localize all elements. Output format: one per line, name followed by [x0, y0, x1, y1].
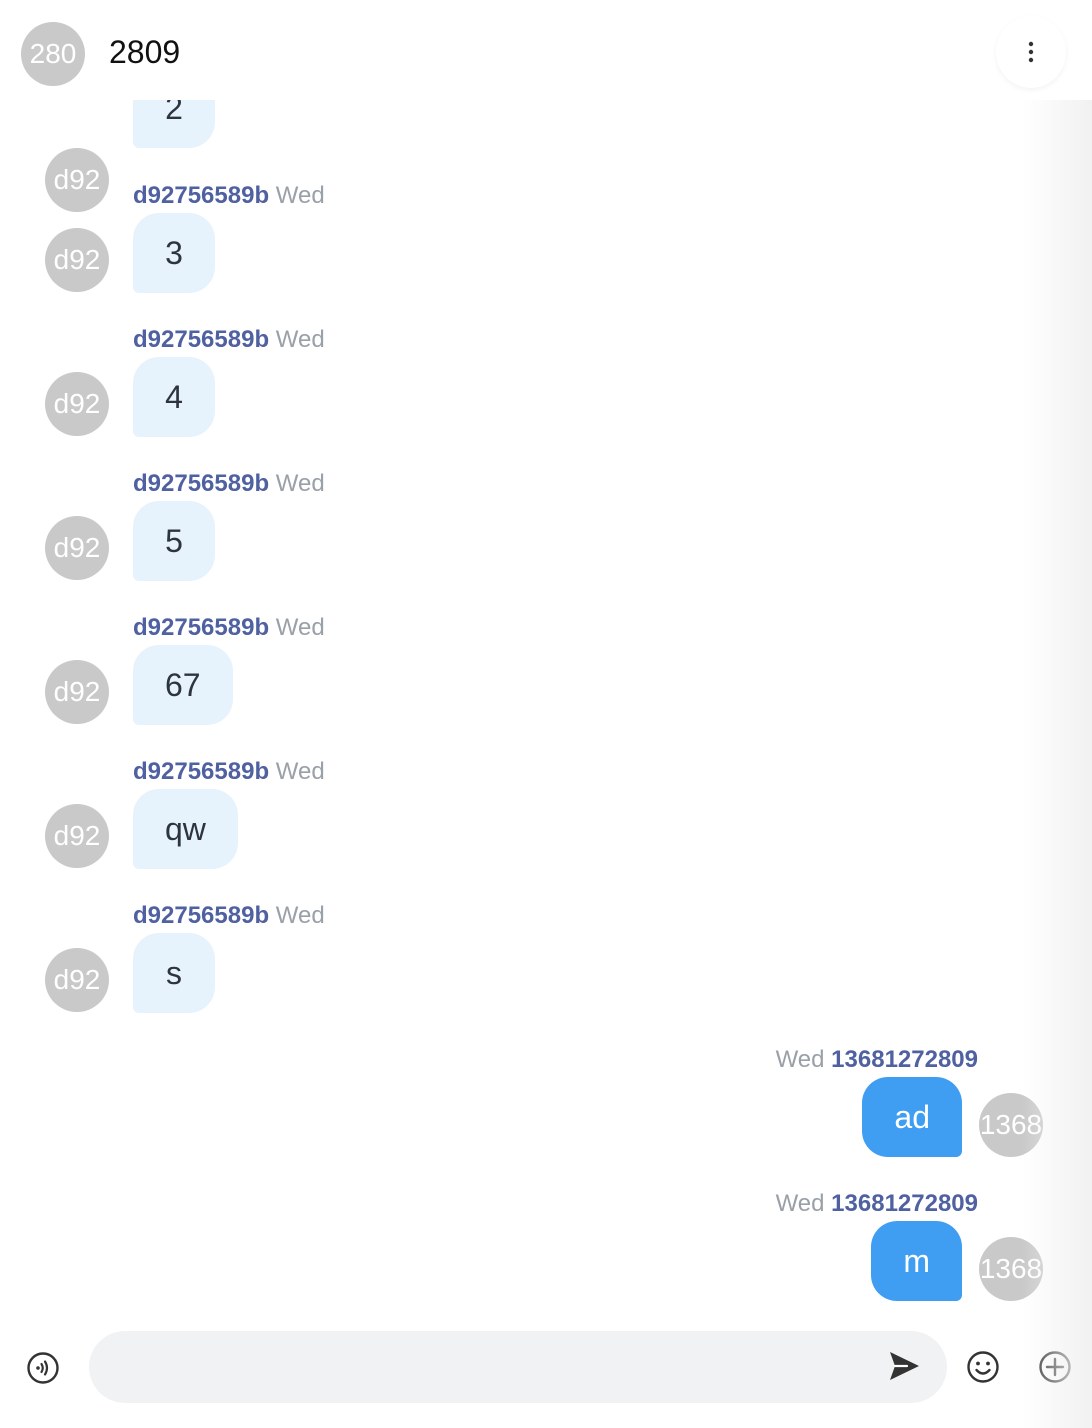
message-time: Wed — [275, 614, 325, 641]
sender-name[interactable]: d92756589b — [133, 758, 269, 785]
send-button[interactable] — [886, 1348, 922, 1384]
message-time: Wed — [775, 1190, 825, 1217]
message-time: Wed — [275, 470, 325, 497]
message-time: Wed — [275, 326, 325, 353]
own-avatar[interactable]: 1368 — [979, 1093, 1043, 1157]
sender-name[interactable]: d92756589b — [133, 326, 269, 353]
own-avatar[interactable]: 1368 — [979, 1237, 1043, 1301]
message-meta: Wed 13681272809 — [776, 1046, 978, 1074]
chat-avatar[interactable]: 280 — [21, 22, 85, 86]
sender-name[interactable]: 13681272809 — [831, 1190, 978, 1217]
emoji-icon — [967, 1351, 999, 1383]
emoji-button[interactable] — [966, 1350, 1000, 1384]
add-icon — [1039, 1351, 1071, 1383]
composer — [0, 1320, 1092, 1428]
message-meta: d92756589b Wed — [133, 182, 325, 210]
message-meta: d92756589b Wed — [133, 902, 325, 930]
message-input[interactable] — [89, 1331, 947, 1403]
message-bubble[interactable]: 5 — [133, 501, 215, 581]
message-bubble[interactable]: 3 — [133, 213, 215, 293]
chat-header: 280 2809 — [0, 0, 1092, 100]
message-bubble[interactable]: s — [133, 933, 215, 1013]
more-vertical-icon — [1028, 41, 1034, 63]
sender-name[interactable]: d92756589b — [133, 182, 269, 209]
message-time: Wed — [275, 758, 325, 785]
message-meta: d92756589b Wed — [133, 614, 325, 642]
send-icon — [890, 1352, 919, 1380]
message-meta: d92756589b Wed — [133, 326, 325, 354]
sender-name[interactable]: 13681272809 — [831, 1046, 978, 1073]
sender-avatar[interactable]: d92 — [45, 948, 109, 1012]
message-meta: d92756589b Wed — [133, 758, 325, 786]
message-time: Wed — [275, 902, 325, 929]
sender-avatar[interactable]: d92 — [45, 516, 109, 580]
sender-avatar[interactable]: d92 — [45, 804, 109, 868]
message-meta: d92756589b Wed — [133, 470, 325, 498]
message-list[interactable]: d92 2 d92756589b Wed d92 3 d92756589b We… — [0, 0, 1092, 1320]
sender-avatar[interactable]: d92 — [45, 660, 109, 724]
more-button[interactable] — [996, 16, 1066, 88]
message-meta: Wed 13681272809 — [776, 1190, 978, 1218]
sender-avatar[interactable]: d92 — [45, 148, 109, 212]
add-button[interactable] — [1038, 1350, 1072, 1384]
message-bubble[interactable]: 67 — [133, 645, 233, 725]
sender-name[interactable]: d92756589b — [133, 614, 269, 641]
message-time: Wed — [275, 182, 325, 209]
message-bubble[interactable]: 4 — [133, 357, 215, 437]
message-time: Wed — [775, 1046, 825, 1073]
voice-button[interactable] — [26, 1351, 60, 1385]
sender-name[interactable]: d92756589b — [133, 902, 269, 929]
sender-avatar[interactable]: d92 — [45, 228, 109, 292]
voice-icon — [27, 1352, 59, 1384]
chat-title: 2809 — [109, 34, 181, 70]
message-bubble[interactable]: m — [871, 1221, 962, 1301]
message-bubble[interactable]: qw — [133, 789, 238, 869]
message-bubble[interactable]: ad — [862, 1077, 962, 1157]
sender-avatar[interactable]: d92 — [45, 372, 109, 436]
sender-name[interactable]: d92756589b — [133, 470, 269, 497]
